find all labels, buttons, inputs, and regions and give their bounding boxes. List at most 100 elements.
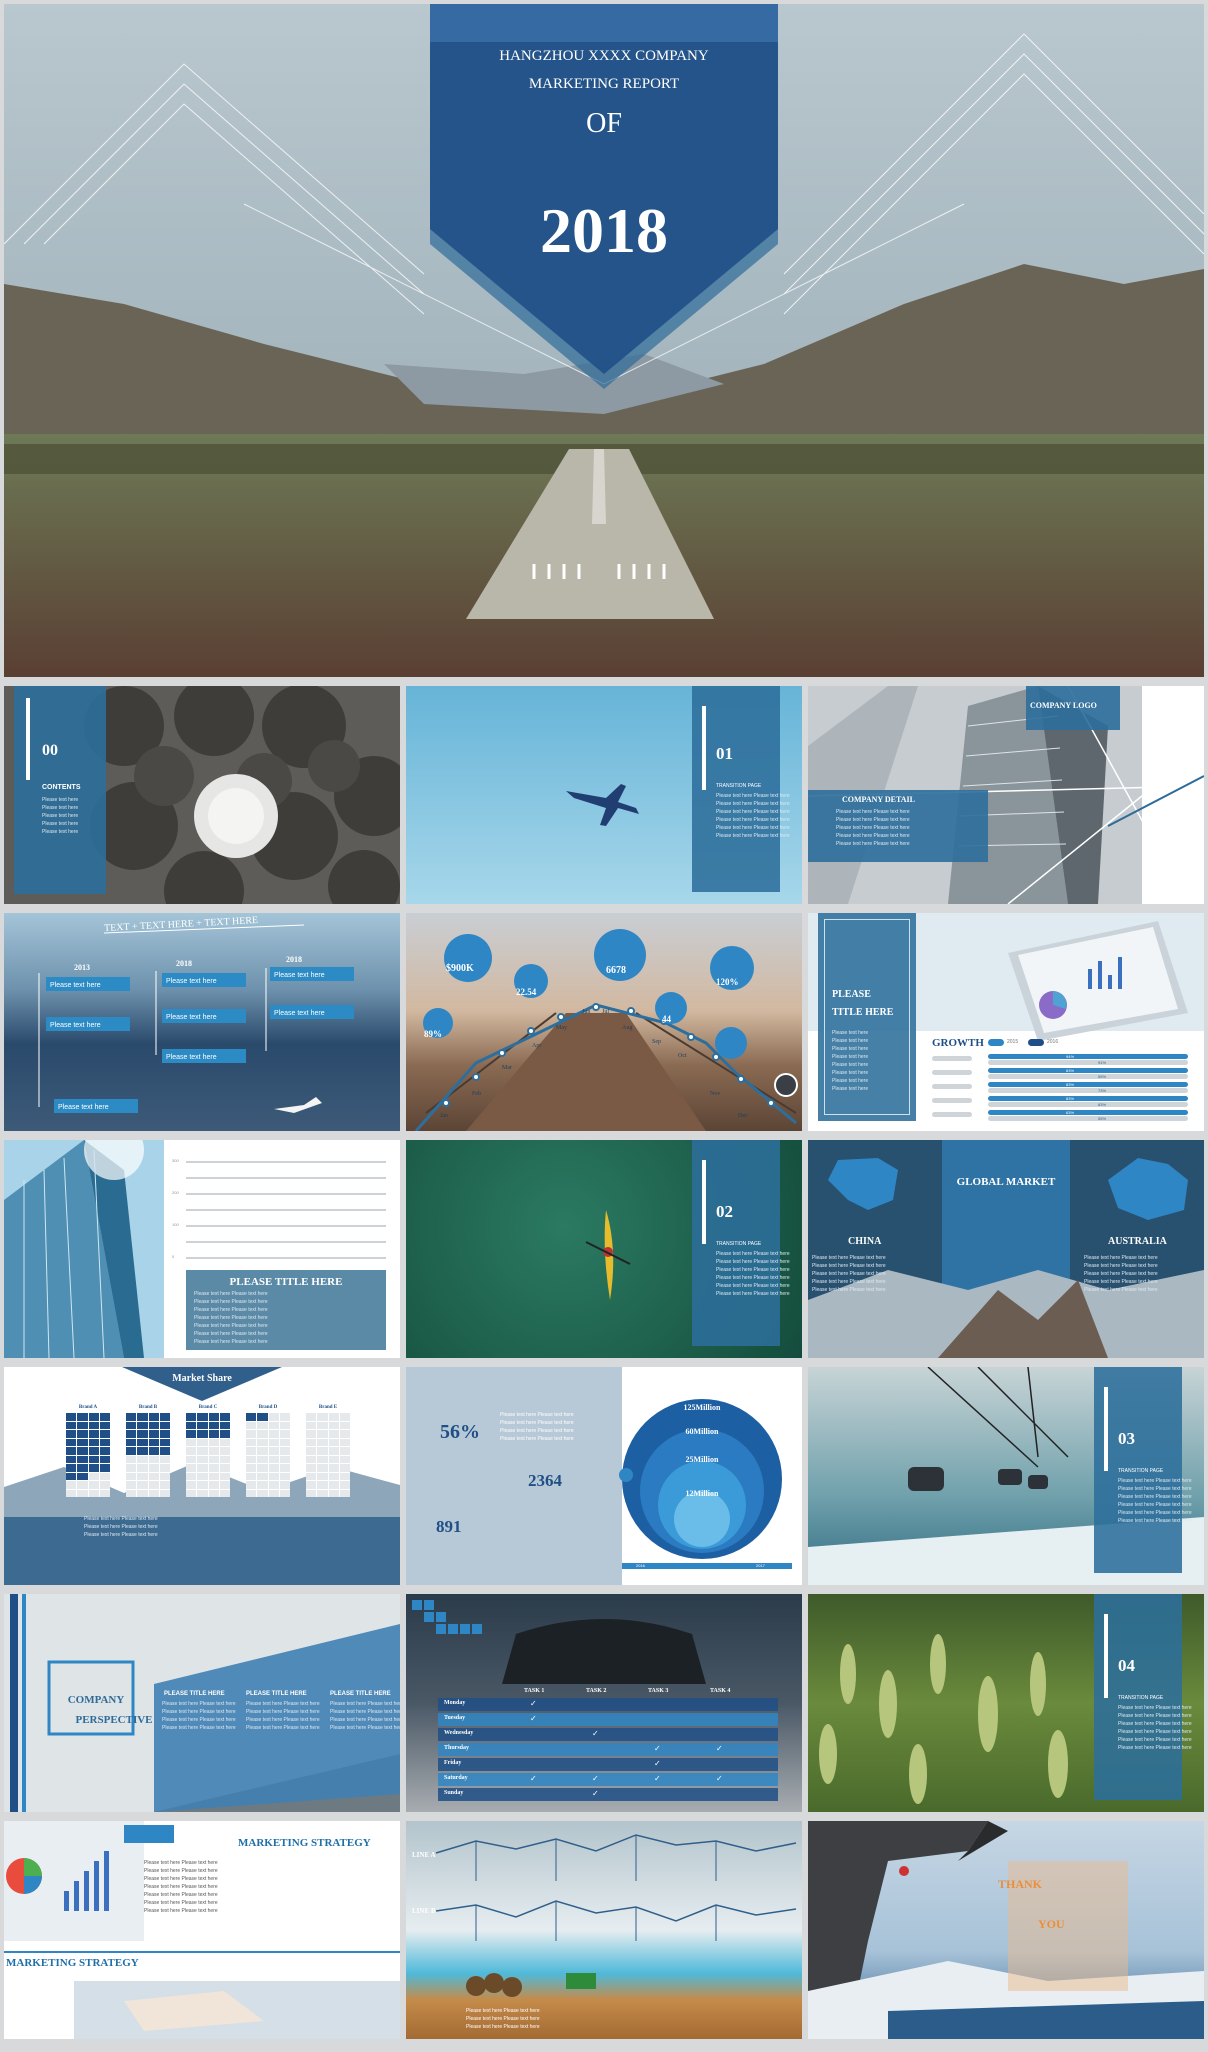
grid-cell [159,1472,170,1480]
marketing-strategy-slide[interactable]: MARKETING STRATEGY Please text here Plea… [4,1821,400,2039]
ring-label-1: 125Million [683,1403,721,1412]
grid-cell [317,1413,328,1421]
legend-2015: 2015 [1007,1039,1019,1045]
growth-row-label [932,1112,972,1117]
grid-cell [306,1438,317,1446]
grid-cell [159,1455,170,1463]
axis-100: 100 [172,1222,179,1227]
transition-label: TRANSITION PAGE [1118,1695,1164,1701]
grid-cell [66,1455,77,1463]
grid-cell [208,1447,219,1455]
grid-cell [159,1438,170,1446]
grid-cell [257,1447,268,1455]
timeline-item: Please text here [162,1049,246,1063]
grid-cell [137,1481,148,1489]
grid-cell [339,1430,350,1438]
grid-cell [66,1421,77,1429]
growth-value: 91% [1098,1060,1107,1065]
you-text: YOU [1038,1917,1065,1931]
brand-grid [126,1413,170,1497]
brand-grid [66,1413,110,1497]
grid-cell [279,1481,290,1489]
task-schedule-slide[interactable]: TASK 1 TASK 2 TASK 3 TASK 4 Monday ✓ Tuesday ✓ W… [406,1594,802,1812]
grid-cell [268,1489,279,1497]
contents-slide[interactable]: 00 CONTENTS Please text here Please text… [4,686,400,904]
grid-cell [126,1455,137,1463]
grid-cell [268,1438,279,1446]
growth-title-2: TITLE HERE [832,1007,894,1018]
building-slide[interactable]: 300 200 100 0 PLEASE TITLE HERE Please t… [4,1140,400,1358]
grid-cell [88,1455,99,1463]
day-label: Thursday [444,1745,470,1751]
region-china: CHINA [848,1236,882,1247]
grid-cell [339,1438,350,1446]
cover-report: MARKETING REPORT [528,76,680,92]
growth-bar [988,1054,1188,1059]
grid-cell [328,1489,339,1497]
pier-stats-slide[interactable]: $900K 22.54 6678 44 120% 89% Jan Feb Mar… [406,913,802,1131]
grid-cell [279,1447,290,1455]
grid-cell [257,1489,268,1497]
transition-slide-03[interactable]: 03 TRANSITION PAGE Please text here Plea… [808,1367,1204,1585]
global-market-slide[interactable]: GLOBAL MARKET CHINA AUSTRALIA Please tex… [808,1140,1204,1358]
col-text-3: Please text here Please text here Please … [330,1701,400,1731]
grid-cell [66,1413,77,1421]
transition-slide-02[interactable]: 02 TRANSITION PAGE Please text here Plea… [406,1140,802,1358]
brand-label: Brand C [198,1405,218,1410]
grid-cell [219,1447,230,1455]
grid-cell [339,1421,350,1429]
concentric-circles-slide[interactable]: 56% 2364 891 Please text here Please tex… [406,1367,802,1585]
task-row [438,1698,778,1711]
grid-cell [328,1421,339,1429]
grid-cell [246,1481,257,1489]
grid-cell [339,1464,350,1472]
month-feb: Feb [472,1091,481,1097]
grid-cell [99,1472,110,1480]
grid-cell [257,1421,268,1429]
growth-row-label [932,1070,972,1075]
thank-you-slide[interactable]: THANK YOU [808,1821,1204,2039]
grid-cell [66,1481,77,1489]
day-label: Wednesday [444,1730,474,1736]
check-icon: ✓ [592,1789,599,1798]
grid-cell [77,1447,88,1455]
grid-cell [257,1472,268,1480]
grid-cell [88,1472,99,1480]
grid-cell [137,1447,148,1455]
growth-slide[interactable]: PLEASE TITLE HERE Please text here Please… [808,913,1204,1131]
line-chart-slide[interactable]: LINE A LINE B Please text here Please te… [406,1821,802,2039]
year-2016: 2016 [636,1563,645,1568]
grid-cell [279,1438,290,1446]
grid-cell [268,1421,279,1429]
chart-gridlines [186,1161,386,1259]
grid-cell [126,1421,137,1429]
growth-heading: GROWTH [932,1037,984,1049]
cover-slide[interactable]: HANGZHOU XXXX COMPANY MARKETING REPORT O… [4,4,1204,677]
grid-cell [339,1447,350,1455]
grid-cell [328,1464,339,1472]
market-share-slide[interactable]: Market Share Brand A Brand B Brand C Brand … [4,1367,400,1585]
transition-slide-04[interactable]: 04 TRANSITION PAGE Please text here Plea… [808,1594,1204,1812]
grid-cell [99,1421,110,1429]
grid-cell [197,1447,208,1455]
transition-slide-01[interactable]: 01 TRANSITION PAGE Please text here Plea… [406,686,802,904]
grid-cell [306,1464,317,1472]
cover-of: OF [586,108,622,139]
task-row [438,1758,778,1771]
timeline-slide[interactable]: TEXT + TEXT HERE + TEXT HERE 2013 2018 2… [4,913,400,1131]
building-text: Please text here Please text here Please … [194,1291,268,1345]
task-header: TASK 2 [586,1688,607,1694]
perspective-title-2: PERSPECTIVE [75,1714,153,1726]
grid-cell [246,1447,257,1455]
grid-cell [186,1430,197,1438]
company-perspective-slide[interactable]: COMPANY PERSPECTIVE PLEASE TITLE HERE PL… [4,1594,400,1812]
grid-cell [197,1438,208,1446]
check-icon: ✓ [654,1774,661,1783]
company-detail-slide[interactable]: COMPANY LOGO COMPANY DETAIL Please text … [808,686,1204,904]
grid-cell [148,1481,159,1489]
grid-cell [268,1430,279,1438]
stat-percent: 56% [440,1421,480,1443]
grid-cell [148,1489,159,1497]
stat-5: 120% [716,977,739,987]
check-icon: ✓ [716,1774,723,1783]
